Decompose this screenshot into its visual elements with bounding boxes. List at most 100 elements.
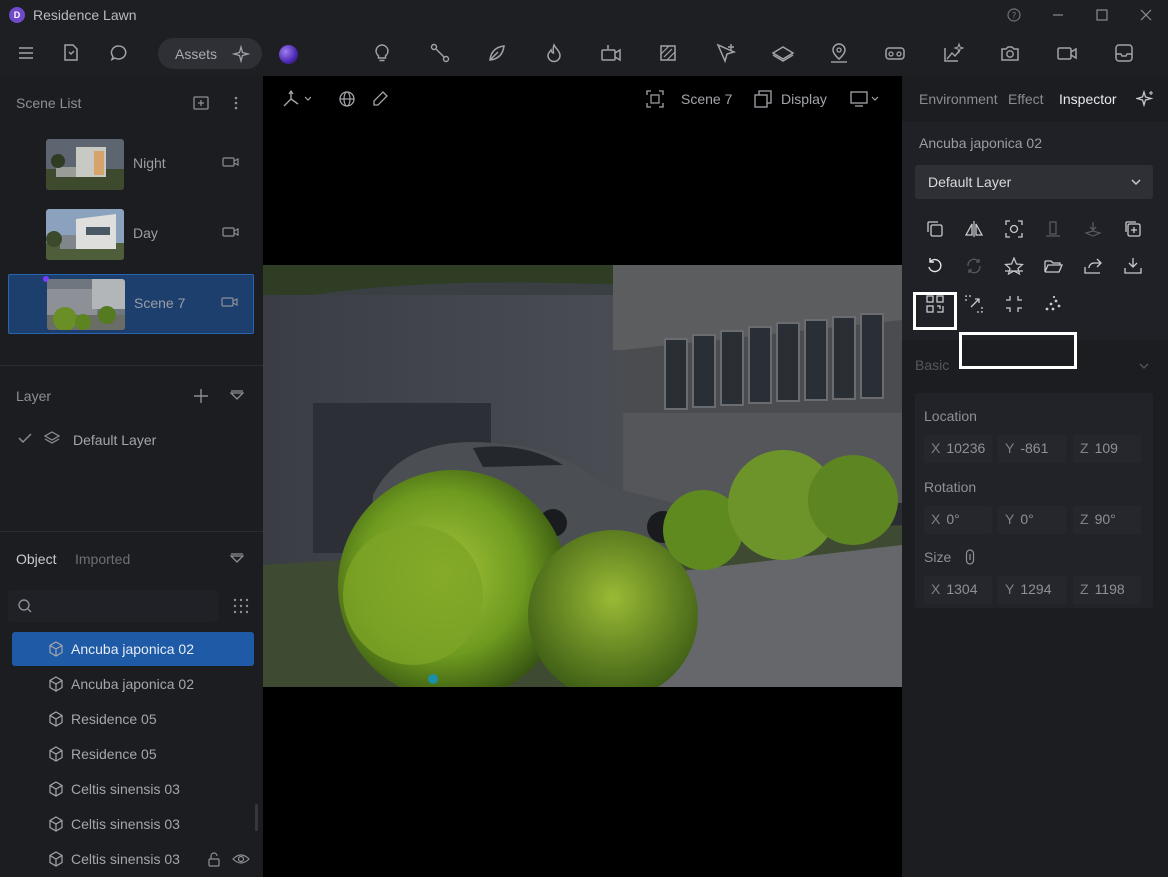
copy-icon[interactable] xyxy=(920,214,950,244)
view-options-icon[interactable] xyxy=(850,88,880,110)
add-scene-icon[interactable] xyxy=(192,95,210,111)
share-icon[interactable] xyxy=(1078,251,1108,281)
leaf-icon[interactable] xyxy=(482,38,512,68)
folder-open-icon[interactable] xyxy=(1038,251,1068,281)
scatter-icon[interactable] xyxy=(1038,289,1068,319)
assets-label: Assets xyxy=(175,45,218,62)
app-logo: D xyxy=(9,7,25,23)
layer-dropdown[interactable]: Default Layer xyxy=(915,165,1153,199)
ai-sparkle-icon[interactable] xyxy=(232,45,250,63)
fire-icon[interactable] xyxy=(539,38,569,68)
close-button[interactable] xyxy=(1124,0,1168,30)
menu-icon[interactable] xyxy=(11,38,41,68)
camera-icon[interactable] xyxy=(221,296,239,308)
rotation-x-field[interactable]: X 0° xyxy=(924,506,992,534)
favorite-icon[interactable] xyxy=(999,251,1029,281)
camera-icon[interactable] xyxy=(222,156,240,168)
shrink-icon[interactable] xyxy=(999,289,1029,319)
camera-icon[interactable] xyxy=(222,226,240,238)
camera-path-icon[interactable] xyxy=(596,38,626,68)
more-icon[interactable] xyxy=(230,95,242,111)
inbox-icon[interactable] xyxy=(1109,38,1139,68)
refresh-icon[interactable] xyxy=(959,251,989,281)
lock-ratio-icon[interactable] xyxy=(965,549,975,565)
object-list-item[interactable]: Ancuba japonica 02 xyxy=(12,632,254,666)
main-toolbar: Assets xyxy=(0,30,1168,76)
ai-sparkle-icon[interactable] xyxy=(1136,90,1154,108)
object-list-item[interactable]: Celtis sinensis 03 xyxy=(12,842,254,876)
scale-icon[interactable] xyxy=(959,289,989,319)
basic-section-title[interactable]: Basic xyxy=(915,357,949,373)
add-copy-icon[interactable] xyxy=(1118,214,1148,244)
scene-item-day[interactable]: Day xyxy=(8,205,254,265)
chat-icon[interactable] xyxy=(104,38,134,68)
tab-effect[interactable]: Effect xyxy=(1008,91,1044,107)
scene-selector[interactable]: Scene 7 xyxy=(646,88,732,110)
eyedropper-icon[interactable] xyxy=(371,88,389,110)
location-z-field[interactable]: Z 109 xyxy=(1073,435,1141,463)
transform-properties: Location X 10236 Y -861 Z 109 Rotation X 0° … xyxy=(915,393,1153,608)
assets-button[interactable]: Assets xyxy=(158,38,262,69)
object-list-item[interactable]: Celtis sinensis 03 xyxy=(12,772,254,806)
object-list-item[interactable]: Residence 05 xyxy=(12,737,254,771)
minimize-button[interactable] xyxy=(1036,0,1080,30)
focus-icon[interactable] xyxy=(999,214,1029,244)
viewport[interactable]: Scene 7 Display xyxy=(263,76,902,877)
align-icon[interactable] xyxy=(1038,214,1068,244)
chevron-down-icon[interactable] xyxy=(1138,361,1150,371)
mirror-icon[interactable] xyxy=(959,214,989,244)
video-icon[interactable] xyxy=(1052,38,1082,68)
layer-name[interactable]: Default Layer xyxy=(73,432,156,448)
plane-icon[interactable] xyxy=(768,38,798,68)
rotation-y-field[interactable]: Y 0° xyxy=(998,506,1066,534)
tab-imported[interactable]: Imported xyxy=(75,551,130,567)
tab-environment[interactable]: Environment xyxy=(919,91,998,107)
search-input[interactable] xyxy=(8,590,218,622)
scene-name: Scene 7 xyxy=(134,295,186,311)
cursor-plus-icon[interactable] xyxy=(711,38,741,68)
light-bulb-icon[interactable] xyxy=(367,38,397,68)
display-button[interactable]: Display xyxy=(754,88,827,110)
size-label: Size xyxy=(924,549,952,565)
scene-item-scene-7[interactable]: Scene 7 xyxy=(8,274,254,334)
path-icon[interactable] xyxy=(425,38,455,68)
object-list-item[interactable]: Residence 05 xyxy=(12,702,254,736)
file-sync-icon[interactable] xyxy=(56,38,86,68)
object-list-item[interactable]: Celtis sinensis 03 xyxy=(12,807,254,841)
image-sparkle-icon[interactable] xyxy=(938,38,968,68)
scene-list-title: Scene List xyxy=(16,95,82,111)
tab-object[interactable]: Object xyxy=(16,551,56,567)
globe-icon[interactable] xyxy=(338,88,356,110)
filter-icon[interactable] xyxy=(230,390,244,402)
vr-icon[interactable] xyxy=(880,38,910,68)
maximize-button[interactable] xyxy=(1080,0,1124,30)
object-list-item[interactable]: Ancuba japonica 02 xyxy=(12,667,254,701)
cube-icon xyxy=(48,781,64,797)
location-x-field[interactable]: X 10236 xyxy=(924,435,992,463)
size-x-field[interactable]: X 1304 xyxy=(924,576,992,604)
scene-render[interactable] xyxy=(263,265,902,687)
scene-name: Night xyxy=(133,155,166,171)
download-icon[interactable] xyxy=(1118,251,1148,281)
reset-icon[interactable] xyxy=(920,251,950,281)
filter-icon[interactable] xyxy=(230,553,244,565)
help-icon[interactable]: ? xyxy=(992,0,1036,30)
grid-view-icon[interactable] xyxy=(233,598,249,614)
size-z-field[interactable]: Z 1198 xyxy=(1073,576,1141,604)
material-orb[interactable] xyxy=(279,45,298,64)
check-icon[interactable] xyxy=(18,432,32,444)
size-y-field[interactable]: Y 1294 xyxy=(998,576,1066,604)
scrollbar[interactable] xyxy=(255,804,258,831)
lock-icon[interactable] xyxy=(207,851,221,867)
transform-gizmo-icon[interactable] xyxy=(281,88,311,110)
scene-item-night[interactable]: Night xyxy=(8,135,254,195)
tab-inspector[interactable]: Inspector xyxy=(1059,91,1117,107)
drop-to-ground-icon[interactable] xyxy=(1078,214,1108,244)
camera-icon[interactable] xyxy=(995,38,1025,68)
map-pin-icon[interactable] xyxy=(824,38,854,68)
texture-icon[interactable] xyxy=(653,38,683,68)
rotation-z-field[interactable]: Z 90° xyxy=(1073,506,1141,534)
eye-icon[interactable] xyxy=(232,852,250,866)
location-y-field[interactable]: Y -861 xyxy=(998,435,1066,463)
add-layer-icon[interactable] xyxy=(193,388,209,404)
